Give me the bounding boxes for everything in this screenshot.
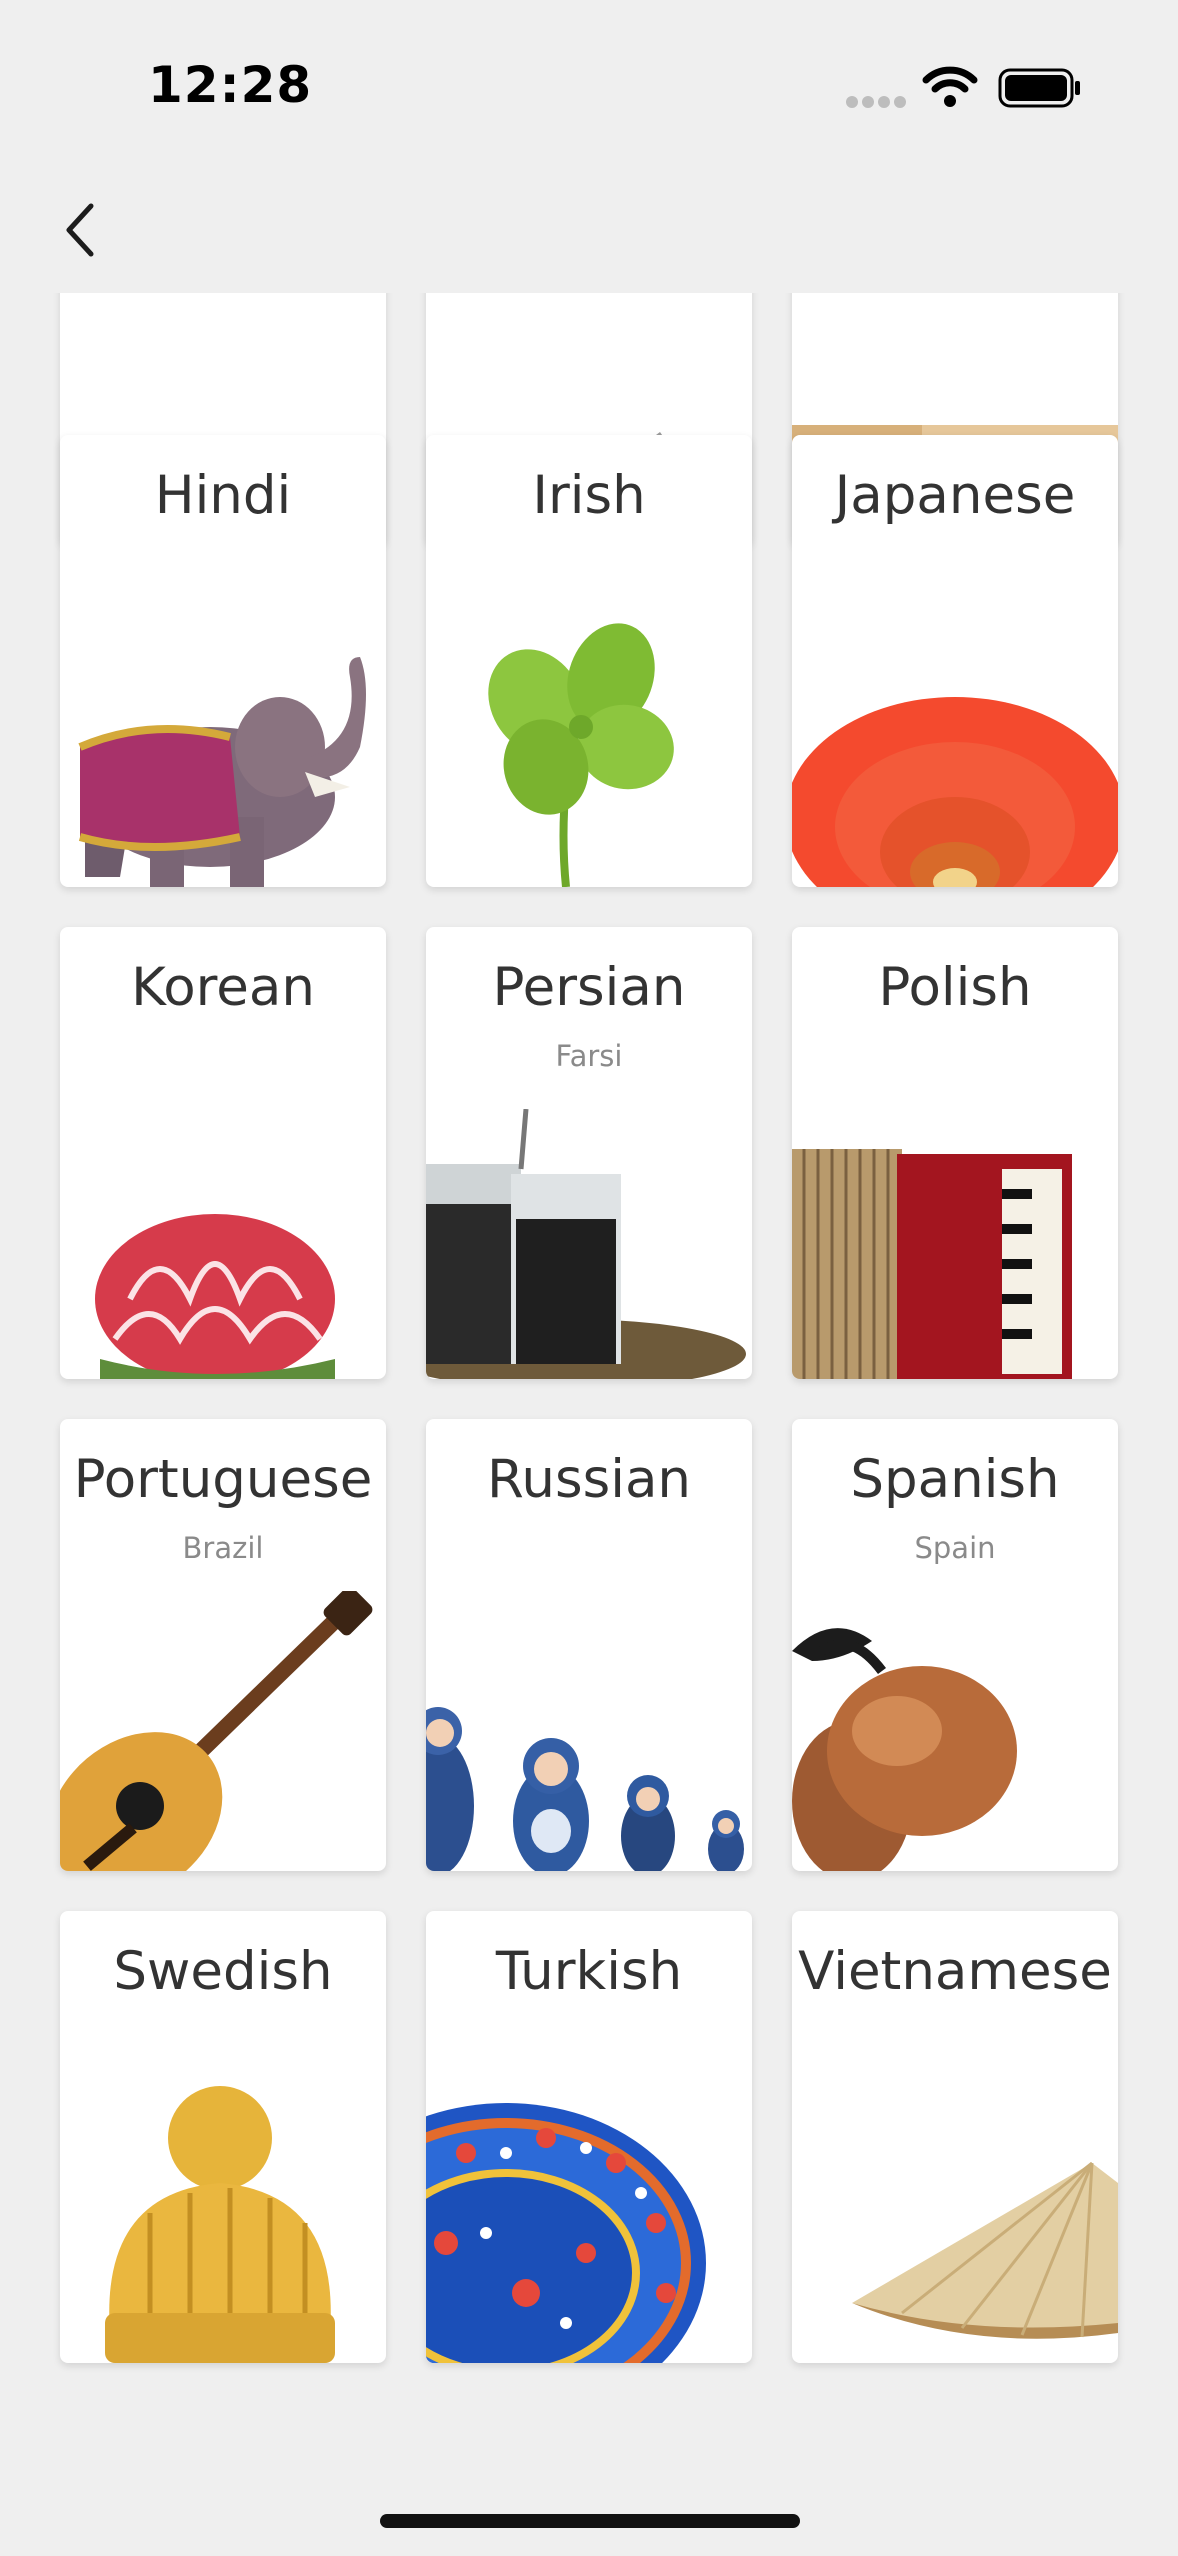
language-name: Portuguese (73, 1449, 373, 1510)
language-card-vietnamese[interactable]: Vietnamese (792, 1911, 1118, 2363)
red-gerbera-flower-icon (792, 697, 1118, 887)
language-name: Polish (878, 957, 1032, 1018)
back-button[interactable] (48, 190, 112, 270)
battery-icon (998, 68, 1080, 108)
language-card-polish[interactable]: Polish (792, 927, 1118, 1379)
elephant-icon (78, 657, 366, 887)
castanets-icon (792, 1628, 1017, 1871)
language-name: Persian (492, 957, 686, 1018)
language-name: Korean (131, 957, 315, 1018)
language-name: Irish (532, 465, 646, 526)
language-card-portuguese[interactable]: Portuguese Brazil (60, 1419, 386, 1871)
language-subtitle: Farsi (555, 1039, 623, 1073)
language-card-russian[interactable]: Russian (426, 1419, 752, 1871)
four-leaf-clover-icon (488, 623, 674, 887)
wifi-icon (922, 66, 978, 107)
language-card-japanese[interactable]: Japanese (792, 435, 1118, 887)
language-name: Spanish (850, 1449, 1060, 1510)
lotus-lantern-icon (95, 1214, 335, 1379)
matryoshka-dolls-icon (426, 1707, 744, 1871)
language-name: Vietnamese (798, 1941, 1112, 2002)
language-grid[interactable]: Hindi Irish Japanese Korean Persian Fars… (0, 293, 1178, 2413)
language-name: Russian (486, 1449, 692, 1510)
accordion-icon (792, 1149, 1072, 1379)
home-indicator[interactable] (380, 2514, 800, 2528)
language-card-spanish[interactable]: Spanish Spain (792, 1419, 1118, 1871)
language-card-swedish[interactable]: Swedish (60, 1911, 386, 2363)
status-time: 12:28 (148, 56, 313, 114)
acoustic-guitar-icon (60, 1591, 373, 1871)
language-subtitle: Spain (914, 1531, 996, 1565)
status-bar: 12:28 (0, 0, 1178, 160)
tea-glasses-icon (426, 1109, 746, 1379)
conical-hat-icon (852, 2161, 1118, 2339)
language-card-persian[interactable]: Persian Farsi (426, 927, 752, 1379)
language-subtitle: Brazil (182, 1531, 264, 1565)
language-card-korean[interactable]: Korean (60, 927, 386, 1379)
cellular-signal-icon (846, 96, 906, 108)
decorated-plate-icon (426, 2103, 706, 2363)
language-name: Japanese (834, 465, 1076, 526)
chevron-left-icon (66, 203, 94, 257)
language-card-turkish[interactable]: Turkish (426, 1911, 752, 2363)
language-name: Hindi (154, 465, 292, 526)
language-card-irish[interactable]: Irish (426, 435, 752, 887)
knit-hat-icon (105, 2086, 335, 2363)
language-name: Swedish (113, 1941, 333, 2002)
language-name: Turkish (495, 1941, 683, 2002)
language-card-hindi[interactable]: Hindi (60, 435, 386, 887)
